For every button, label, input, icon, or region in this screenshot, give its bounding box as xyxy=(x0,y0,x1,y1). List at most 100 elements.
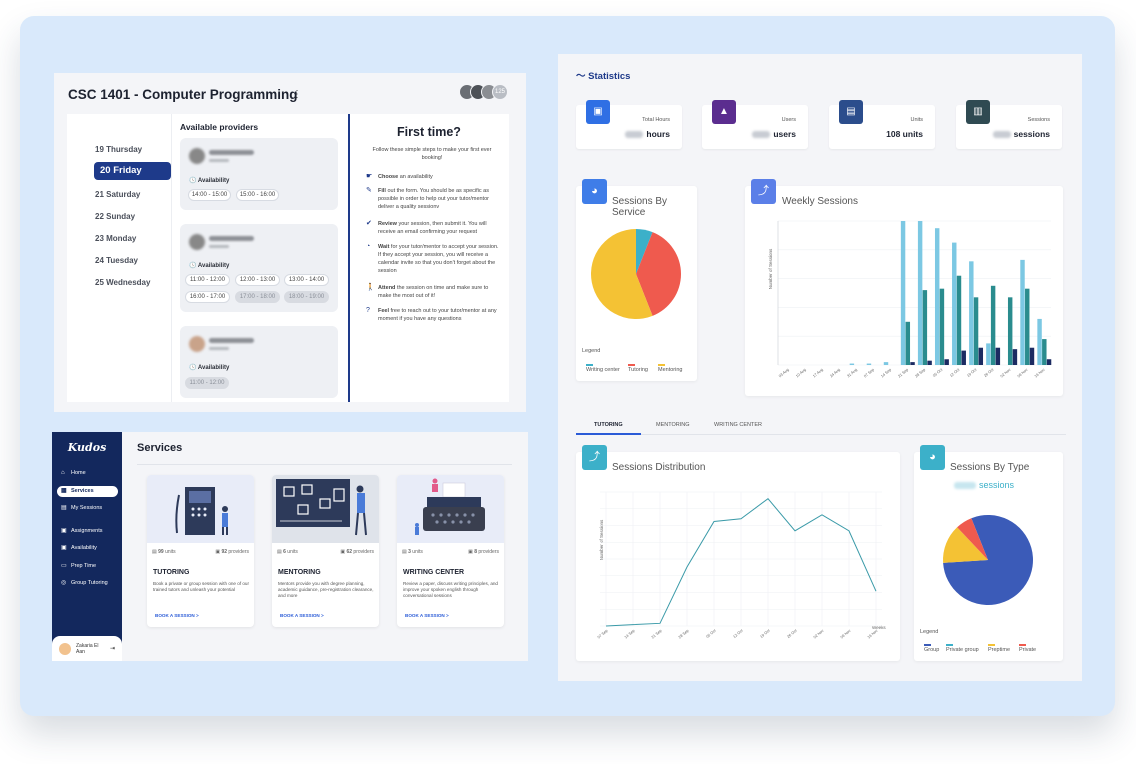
provider-subtitle-redacted xyxy=(209,347,229,350)
sidebar-item-services[interactable]: ▦ Services xyxy=(57,486,118,497)
day-item[interactable]: 22 Sunday xyxy=(95,212,135,221)
chart-title: Weekly Sessions xyxy=(782,196,858,207)
step-wait: ◔ Wait for your tutor/mentor to accept yo… xyxy=(366,243,499,274)
time-slot[interactable]: 14:00 - 15:00 xyxy=(188,189,231,201)
trend-icon: ⤴ xyxy=(751,179,776,204)
kpi-total-hours: ▣ Total Hours hours xyxy=(576,100,682,149)
sessions-by-type-card: ◕ Sessions By Type sessions Legend Group… xyxy=(914,445,1063,661)
sidebar-item-home[interactable]: ⌂ Home xyxy=(57,468,118,479)
service-description: Review a paper, discuss writing principl… xyxy=(403,581,498,598)
sidebar-item-prep-time[interactable]: ▭ Prep Time xyxy=(57,561,118,572)
more-options-icon[interactable]: ⋮ xyxy=(292,89,302,100)
bar xyxy=(922,290,928,365)
book-session-link[interactable]: BOOK A SESSION > xyxy=(155,613,199,618)
kpi-units: ▤ Units 108 units xyxy=(829,100,935,149)
tutoring-illustration xyxy=(147,475,254,543)
statistics-title: 〜 Statistics xyxy=(576,71,631,82)
service-title: MENTORING xyxy=(278,569,321,576)
providers-count: ▣ 62 providers xyxy=(340,549,374,555)
sidebar-item-group-tutoring[interactable]: ◎ Group Tutoring xyxy=(57,578,118,589)
x-tick-label: 21 Sep xyxy=(651,629,663,640)
providers-count: ▣ 8 providers xyxy=(468,549,499,555)
service-card-tutoring[interactable]: ▤ 99 units ▣ 92 providers TUTORING Book … xyxy=(147,475,254,627)
book-session-link[interactable]: BOOK A SESSION > xyxy=(280,613,324,618)
calendar-icon: ▤ xyxy=(61,505,67,511)
help-icon: ? xyxy=(366,307,370,314)
bar xyxy=(986,343,991,365)
provider-card[interactable]: 🕓 Availability 11:00 - 12:00 xyxy=(180,326,338,398)
pencil-icon: ✎ xyxy=(366,187,372,194)
members-avatars[interactable]: 125 xyxy=(459,84,508,100)
pie-chart-icon: ◕ xyxy=(582,179,607,204)
day-item[interactable]: 23 Monday xyxy=(95,234,136,243)
weekly-sessions-card: ⤴ Weekly Sessions Number of Sessions 03 … xyxy=(745,179,1063,396)
time-slot[interactable]: 11:00 - 12:00 xyxy=(185,274,230,286)
day-item-active[interactable]: 20 Friday xyxy=(94,162,171,180)
sidebar-item-my-sessions[interactable]: ▤ My Sessions xyxy=(57,503,118,514)
x-tick-label: 24 Aug xyxy=(829,368,841,379)
bar xyxy=(978,347,984,365)
x-tick-label: 14 Sep xyxy=(880,368,892,379)
units-count: ▤ 6 units xyxy=(277,549,298,555)
bar xyxy=(1037,318,1042,365)
kpi-users: ▲ Users users xyxy=(702,100,808,149)
bar xyxy=(910,362,915,365)
x-tick-label: 07 Sep xyxy=(863,368,875,379)
x-tick-label: 19 Oct xyxy=(760,628,772,639)
provider-card[interactable]: 🕓 Availability 14:00 - 15:00 15:00 - 16:… xyxy=(180,138,338,210)
tab-mentoring[interactable]: MENTORING xyxy=(656,422,690,428)
x-tick-label: 10 Aug xyxy=(795,368,807,379)
pointing-hand-icon: ☛ xyxy=(366,173,373,180)
first-time-accent-bar xyxy=(348,114,350,402)
legend-item: Mentoring xyxy=(658,364,682,373)
bar xyxy=(849,363,855,365)
x-tick-label: 07 Sep xyxy=(597,629,609,640)
provider-card[interactable]: 🕓 Availability 11:00 - 12:00 12:00 - 13:… xyxy=(180,224,338,312)
provider-name-redacted xyxy=(209,236,254,241)
bar xyxy=(969,261,974,365)
legend-item: Private group xyxy=(946,644,979,653)
legend-item: Preptime xyxy=(988,644,1010,653)
day-item[interactable]: 21 Saturday xyxy=(95,190,140,199)
day-item[interactable]: 19 Thursday xyxy=(95,145,142,154)
service-card-mentoring[interactable]: ▤ 6 units ▣ 62 providers MENTORING Mento… xyxy=(272,475,379,627)
services-title: Services xyxy=(137,442,183,454)
user-profile[interactable]: Zakaria El Aan ⇥ xyxy=(52,636,122,661)
sidebar-item-assignments[interactable]: ▣ Assignments xyxy=(57,526,118,537)
time-slot[interactable]: 12:00 - 13:00 xyxy=(235,274,280,286)
provider-name-redacted xyxy=(209,150,254,155)
day-item[interactable]: 25 Wednesday xyxy=(95,278,150,287)
library-icon: ▤ xyxy=(839,100,863,124)
legend-title: Legend xyxy=(920,629,939,635)
divider xyxy=(137,464,512,465)
legend-item: Tutoring xyxy=(628,364,648,373)
kpi-label: Total Hours xyxy=(642,117,670,123)
sidebar-item-availability[interactable]: ▣ Availability xyxy=(57,543,118,554)
x-tick-label: 16 Nov xyxy=(1034,368,1046,379)
time-slot[interactable]: 15:00 - 16:00 xyxy=(236,189,279,201)
logo: Kudos xyxy=(67,441,107,454)
providers-heading: Available providers xyxy=(180,122,259,132)
logout-icon[interactable]: ⇥ xyxy=(110,645,115,652)
sessions-by-service-card: ◕ Sessions By Service Legend Writing cen… xyxy=(576,179,697,381)
x-tick-label: 03 Aug xyxy=(778,368,790,379)
x-tick-label: 09 Nov xyxy=(840,629,852,640)
provider-subtitle-redacted xyxy=(209,159,229,162)
tab-writing-center[interactable]: WRITING CENTER xyxy=(714,422,762,428)
sidebar: Kudos ⌂ Home ▦ Services ▤ My Sessions ▣ Assi… xyxy=(52,432,122,661)
first-time-title: First time? xyxy=(397,125,461,139)
time-slot[interactable]: 16:00 - 17:00 xyxy=(185,291,230,303)
x-tick-label: 26 Oct xyxy=(787,628,799,639)
x-tick-label: 16 Nov xyxy=(867,629,879,640)
bar xyxy=(917,221,923,365)
x-tick-label: 12 Oct xyxy=(733,628,745,639)
x-tick-label: 02 Nov xyxy=(813,629,825,640)
book-session-link[interactable]: BOOK A SESSION > xyxy=(405,613,449,618)
service-description: Book a private or group session with one… xyxy=(153,581,250,592)
group-icon: ◎ xyxy=(61,580,67,586)
tab-tutoring[interactable]: TUTORING xyxy=(594,422,623,428)
day-item[interactable]: 24 Tuesday xyxy=(95,256,138,265)
x-tick-label: 21 Sep xyxy=(897,368,909,379)
service-card-writing-center[interactable]: ▤ 3 units ▣ 8 providers WRITING CENTER R… xyxy=(397,475,504,627)
time-slot[interactable]: 13:00 - 14:00 xyxy=(284,274,329,286)
